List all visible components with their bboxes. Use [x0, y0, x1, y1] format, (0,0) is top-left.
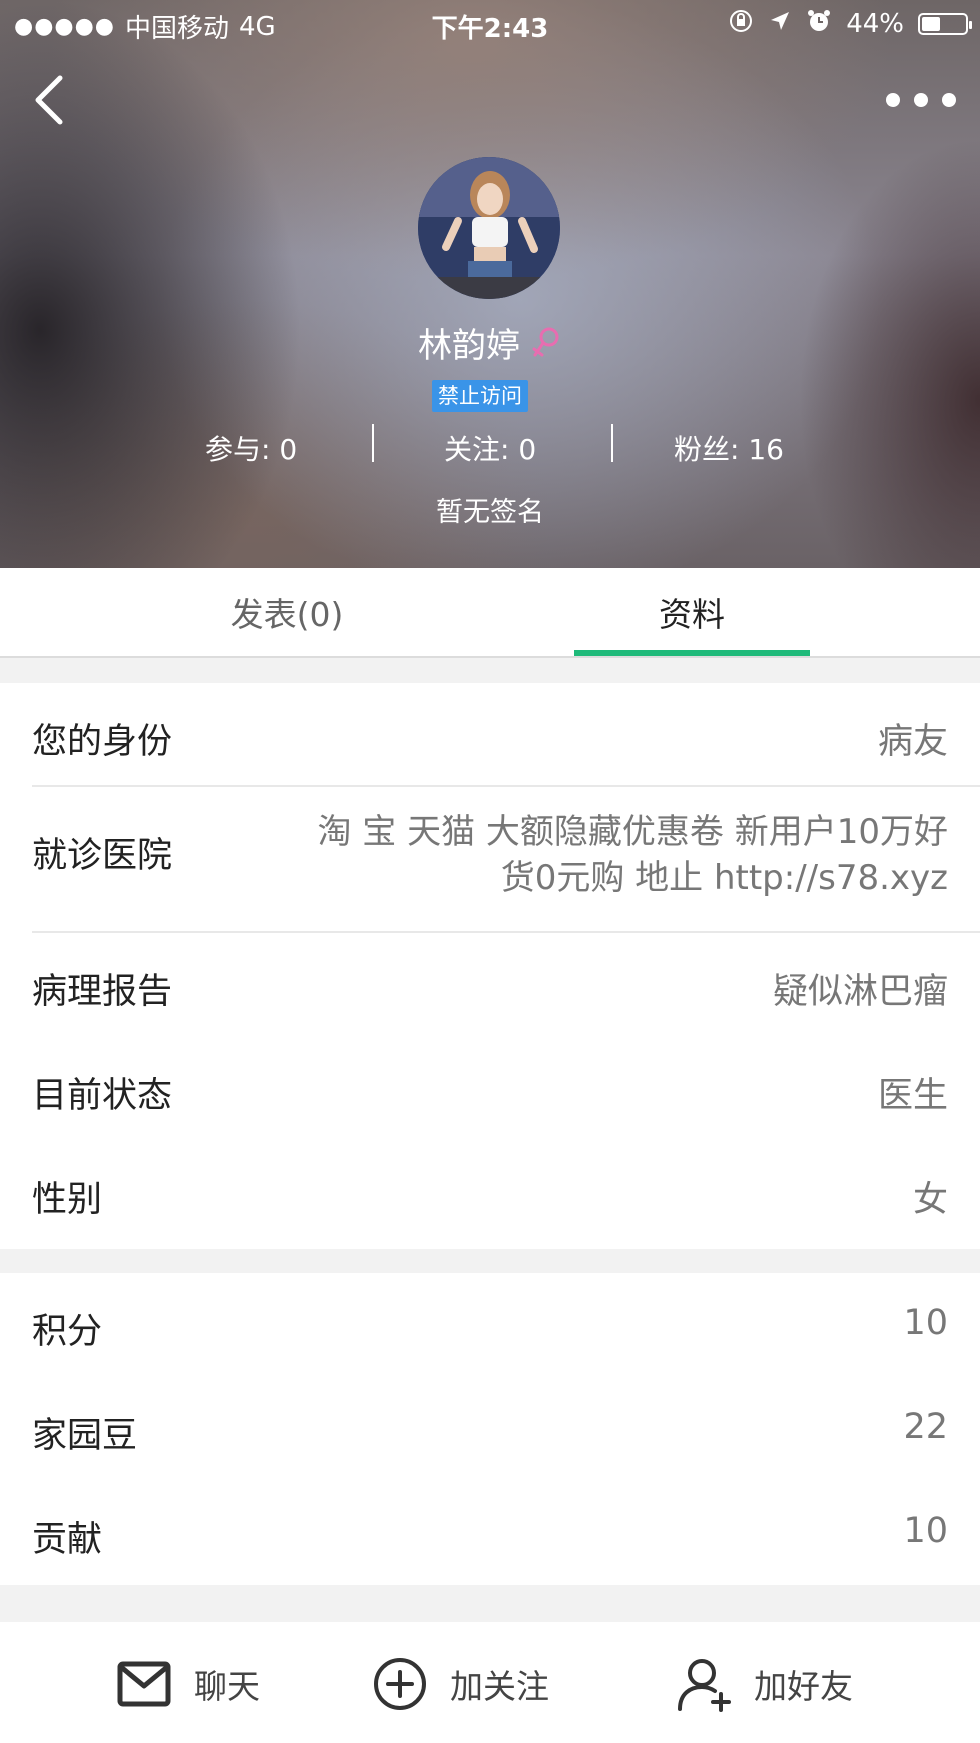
info-label: 目前状态 — [32, 1076, 173, 1116]
signature: 暂无签名 — [436, 497, 544, 528]
username-row: 林韵婷 — [0, 318, 980, 367]
chat-label: 聊天 — [194, 1667, 260, 1706]
rotation-lock-icon — [728, 8, 754, 40]
bottom-action-bar: 聊天 加关注 加好友 — [0, 1622, 980, 1743]
follow-button[interactable]: 加关注 — [372, 1654, 549, 1714]
info-label: 家园豆 — [32, 1416, 138, 1456]
info-value: 病友 — [877, 722, 948, 762]
info-label: 病理报告 — [32, 972, 173, 1012]
info-label: 您的身份 — [32, 722, 173, 762]
stat-fans[interactable]: 粉丝: 16 — [674, 428, 784, 468]
location-arrow-icon — [768, 9, 792, 39]
female-symbol-icon — [532, 327, 559, 356]
info-row-points: 积分 10 — [0, 1273, 980, 1377]
battery-level — [922, 17, 941, 31]
info-row-status: 目前状态 医生 — [0, 1039, 980, 1143]
info-value: 疑似淋巴瘤 — [772, 972, 948, 1012]
info-value: 女 — [912, 1180, 948, 1220]
info-row-identity: 您的身份 病友 — [0, 683, 980, 787]
info-row-hospital: 就诊医院 淘 宝 天猫 大额隐藏优惠卷 新用户10万好 货0元购 地止 http… — [0, 787, 980, 933]
envelope-icon — [117, 1661, 171, 1707]
info-value: 淘 宝 天猫 大额隐藏优惠卷 新用户10万好 货0元购 地止 http://s7… — [318, 809, 949, 901]
profile-header: ●●●●● 中国移动 4G 下午2:43 44% 林韵婷 禁止访问 参与: 0 … — [0, 0, 980, 568]
add-friend-label: 加好友 — [754, 1667, 853, 1706]
follow-label: 加关注 — [450, 1667, 549, 1706]
username: 林韵婷 — [418, 326, 520, 366]
add-user-icon — [678, 1659, 731, 1712]
stat-divider — [372, 424, 374, 462]
status-badge: 禁止访问 — [432, 380, 528, 412]
info-value: 10 — [903, 1511, 948, 1551]
info-row-beans: 家园豆 22 — [0, 1377, 980, 1481]
info-value-line: 淘 宝 天猫 大额隐藏优惠卷 新用户10万好 — [317, 812, 949, 852]
info-row-contribution: 贡献 10 — [0, 1481, 980, 1585]
info-label: 贡献 — [32, 1520, 103, 1560]
more-dots-icon — [886, 93, 900, 107]
info-value: 10 — [903, 1303, 948, 1343]
tab-posts[interactable]: 发表(0) — [0, 568, 574, 656]
stat-divider — [611, 424, 613, 462]
info-label: 就诊医院 — [32, 836, 173, 876]
info-label: 性别 — [32, 1180, 103, 1220]
plus-circle-icon — [374, 1658, 426, 1710]
info-row-gender: 性别 女 — [0, 1143, 980, 1249]
stat-following[interactable]: 关注: 0 — [444, 428, 536, 468]
profile-info-section: 您的身份 病友 就诊医院 淘 宝 天猫 大额隐藏优惠卷 新用户10万好 货0元购… — [0, 683, 980, 1249]
avatar[interactable] — [418, 157, 560, 299]
info-row-pathology: 病理报告 疑似淋巴瘤 — [0, 933, 980, 1039]
chevron-left-icon — [35, 75, 63, 125]
battery-icon — [918, 13, 972, 35]
info-value: 医生 — [877, 1076, 948, 1116]
battery-percent: 44% — [846, 9, 904, 39]
back-button[interactable] — [28, 70, 76, 130]
points-section: 积分 10 家园豆 22 贡献 10 — [0, 1273, 980, 1585]
chat-button[interactable]: 聊天 — [116, 1654, 260, 1714]
active-tab-indicator — [574, 650, 810, 656]
profile-stats: 参与: 0 关注: 0 粉丝: 16 — [0, 420, 980, 470]
avatar-photo — [418, 157, 560, 299]
stat-participate[interactable]: 参与: 0 — [205, 428, 297, 468]
status-bar: ●●●●● 中国移动 4G 下午2:43 44% — [0, 0, 980, 48]
add-friend-button[interactable]: 加好友 — [676, 1654, 853, 1714]
tab-profile[interactable]: 资料 — [574, 568, 810, 656]
info-label: 积分 — [32, 1312, 103, 1352]
tab-bar: 发表(0) 资料 — [0, 568, 980, 658]
info-value: 22 — [903, 1407, 948, 1447]
alarm-clock-icon — [806, 8, 832, 40]
info-value-line: 货0元购 地止 http://s78.xyz — [500, 858, 948, 898]
more-options-button[interactable] — [886, 80, 956, 120]
